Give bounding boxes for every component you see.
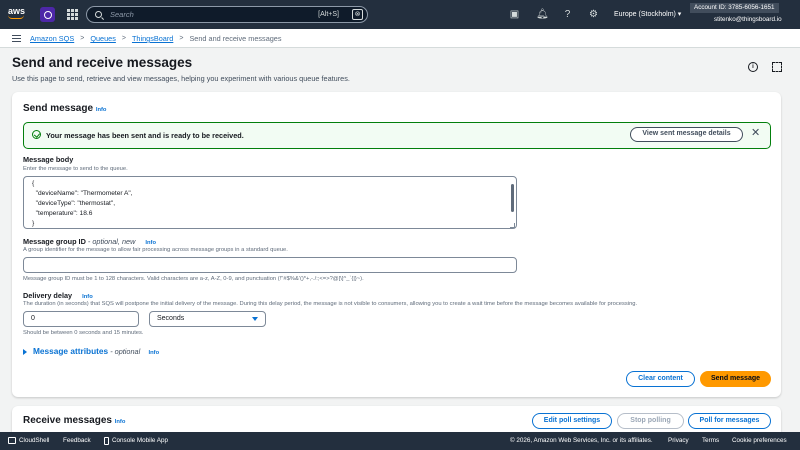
view-sent-details-button[interactable]: View sent message details bbox=[630, 127, 743, 142]
chevron-right-icon: > bbox=[80, 35, 85, 42]
textarea-scrollbar[interactable] bbox=[511, 184, 514, 212]
footer-cookies[interactable]: Cookie preferences bbox=[732, 437, 787, 444]
stop-polling-button[interactable]: Stop polling bbox=[617, 413, 684, 429]
info-link[interactable]: Info bbox=[96, 107, 107, 113]
flash-message: Your message has been sent and is ready … bbox=[46, 131, 244, 140]
footer: CloudShell Feedback Console Mobile App ©… bbox=[0, 432, 800, 450]
breadcrumb-bar: Amazon SQS > Queues > ThingsBoard > Send… bbox=[0, 29, 800, 72]
edit-poll-settings-button[interactable]: Edit poll settings bbox=[532, 413, 612, 429]
delivery-delay-hint: Should be between 0 seconds and 15 minut… bbox=[23, 330, 144, 336]
region-label: Europe (Stockholm) bbox=[614, 11, 676, 18]
caret-right-icon[interactable] bbox=[23, 349, 27, 355]
group-label-text: Message group ID bbox=[23, 237, 86, 246]
breadcrumb: Amazon SQS > Queues > ThingsBoard > Send… bbox=[30, 34, 282, 43]
breadcrumb-current: Send and receive messages bbox=[189, 34, 282, 43]
region-selector[interactable]: Europe (Stockholm) ▾ bbox=[614, 10, 681, 18]
services-grid-icon[interactable] bbox=[67, 9, 78, 20]
delivery-delay-label: Delivery delay Info bbox=[23, 291, 93, 300]
gear-icon[interactable]: ⚙ bbox=[588, 9, 599, 20]
footer-feedback[interactable]: Feedback bbox=[63, 437, 91, 444]
footer-terms[interactable]: Terms bbox=[702, 437, 719, 444]
help-icon[interactable]: ? bbox=[562, 9, 573, 20]
account-id-badge[interactable]: Account ID: 3785-6056-1651 bbox=[690, 3, 779, 13]
menu-icon[interactable] bbox=[12, 35, 21, 42]
message-group-label: Message group ID - optional, new Info bbox=[23, 237, 156, 246]
info-link[interactable]: Info bbox=[145, 240, 156, 246]
search-icon bbox=[95, 11, 102, 18]
mobile-icon bbox=[104, 437, 109, 445]
page-subtitle: Use this page to send, retrieve and view… bbox=[12, 74, 350, 83]
breadcrumb-sqs[interactable]: Amazon SQS bbox=[30, 34, 74, 43]
breadcrumb-queues[interactable]: Queues bbox=[90, 34, 116, 43]
account-user[interactable]: stitenko@thingsboard.io bbox=[714, 16, 782, 23]
delay-unit-select[interactable]: Seconds bbox=[149, 311, 266, 327]
chevron-right-icon: > bbox=[121, 35, 126, 42]
info-panel-icon[interactable]: i bbox=[748, 62, 758, 72]
close-icon[interactable]: ✕ bbox=[751, 128, 760, 139]
page-title: Send and receive messages bbox=[12, 55, 193, 70]
message-attributes-toggle[interactable]: Message attributes - optional Info bbox=[33, 346, 159, 356]
cloudshell-icon bbox=[8, 437, 16, 444]
footer-copyright: © 2026, Amazon Web Services, Inc. or its… bbox=[510, 437, 653, 444]
cloudshell-icon[interactable]: ▣ bbox=[509, 9, 520, 20]
aws-logo[interactable]: aws bbox=[8, 7, 30, 23]
search-placeholder: Search bbox=[110, 10, 134, 19]
check-circle-icon bbox=[32, 130, 41, 139]
message-group-input[interactable] bbox=[23, 257, 517, 273]
resize-handle-icon[interactable] bbox=[510, 223, 515, 228]
breadcrumb-thingsboard[interactable]: ThingsBoard bbox=[132, 34, 173, 43]
send-message-panel: Send message Info Your message has been … bbox=[12, 92, 781, 397]
fullscreen-icon[interactable] bbox=[772, 62, 782, 72]
clear-content-button[interactable]: Clear content bbox=[626, 371, 695, 387]
chevron-right-icon: > bbox=[179, 35, 184, 42]
group-optional-text: - optional, new bbox=[85, 237, 136, 246]
footer-console-mobile[interactable]: Console Mobile App bbox=[112, 437, 168, 444]
info-link[interactable]: Info bbox=[115, 419, 126, 425]
poll-for-messages-button[interactable]: Poll for messages bbox=[688, 413, 771, 429]
send-message-button[interactable]: Send message bbox=[700, 371, 771, 387]
send-message-title: Send message bbox=[23, 103, 94, 114]
delivery-delay-desc: The duration (in seconds) that SQS will … bbox=[23, 301, 638, 307]
top-navigation: aws Search [Alt+S] ⊗ ▣ 🔔︎ ? ⚙ Europe (St… bbox=[0, 0, 800, 29]
search-clear-icon[interactable]: ⊗ bbox=[352, 9, 363, 20]
message-body-label: Message body bbox=[23, 155, 74, 164]
message-body-textarea[interactable]: { "deviceName": "Thermometer A", "device… bbox=[23, 176, 517, 229]
search-input[interactable]: Search [Alt+S] ⊗ bbox=[86, 6, 368, 23]
receive-messages-title: Receive messages bbox=[23, 415, 112, 426]
sqs-service-icon[interactable] bbox=[40, 7, 55, 22]
message-group-desc: A group identifier for the message to al… bbox=[23, 247, 288, 253]
message-group-hint: Message group ID must be 1 to 128 charac… bbox=[23, 276, 364, 282]
footer-cloudshell[interactable]: CloudShell bbox=[19, 437, 49, 444]
receive-messages-heading: Receive messages Info bbox=[23, 415, 125, 426]
success-flash: Your message has been sent and is ready … bbox=[23, 122, 771, 149]
message-body-desc: Enter the message to send to the queue. bbox=[23, 166, 128, 172]
info-link[interactable]: Info bbox=[149, 350, 160, 356]
bell-icon[interactable]: 🔔︎ bbox=[536, 9, 549, 20]
info-link[interactable]: Info bbox=[82, 294, 93, 300]
footer-privacy[interactable]: Privacy bbox=[668, 437, 689, 444]
delivery-delay-input[interactable]: 0 bbox=[23, 311, 139, 327]
delay-unit-value: Seconds bbox=[157, 315, 185, 322]
send-message-heading: Send message Info bbox=[23, 103, 106, 114]
attributes-label-text: Message attributes bbox=[33, 346, 109, 356]
search-shortcut: [Alt+S] bbox=[318, 11, 339, 18]
caret-down-icon bbox=[252, 317, 258, 321]
attributes-optional-text: - optional bbox=[108, 347, 141, 356]
delay-label-text: Delivery delay bbox=[23, 291, 73, 300]
aws-logo-text: aws bbox=[8, 6, 26, 16]
